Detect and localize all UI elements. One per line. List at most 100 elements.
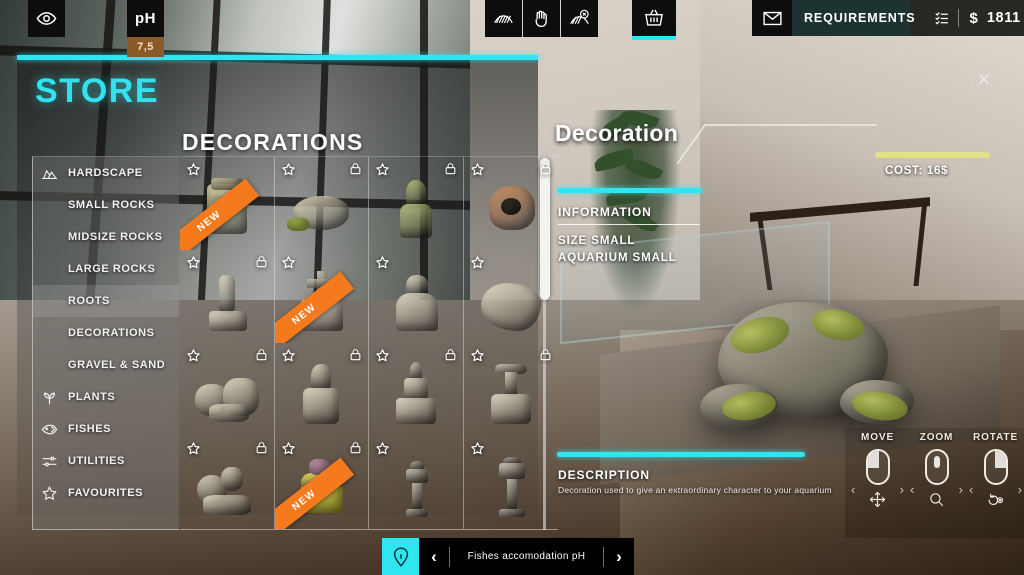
favourite-star-icon[interactable]: [470, 441, 485, 456]
favourite-star-icon[interactable]: [281, 348, 296, 363]
description-body: Decoration used to give an extraordinary…: [558, 485, 832, 495]
sidebar-item-label: UTILITIES: [68, 455, 125, 467]
sidebar-item-large-rocks[interactable]: LARGE ROCKS: [33, 253, 179, 285]
star-icon: [42, 486, 56, 500]
control-zoom[interactable]: ZOOM ‹ ›: [908, 432, 965, 508]
sidebar-item-plants[interactable]: PLANTS: [33, 381, 179, 413]
control-rotate[interactable]: ROTATE ‹ ›: [967, 432, 1024, 508]
item-thumbnail: [380, 453, 452, 525]
description-accent-bar: [557, 452, 805, 457]
favourite-star-icon[interactable]: [375, 348, 390, 363]
item-thumbnail: [191, 360, 263, 432]
control-move[interactable]: MOVE ‹ ›: [849, 432, 906, 508]
sidebar-item-label: FISHES: [68, 423, 112, 435]
tip-body: ‹ Fishes accomodation pH ›: [419, 538, 634, 575]
eye-icon: [36, 12, 57, 25]
sidebar-item-roots[interactable]: ROOTS: [33, 285, 179, 317]
eye-visibility-button[interactable]: [28, 0, 65, 37]
sidebar-item-small-rocks[interactable]: SMALL ROCKS: [33, 189, 179, 221]
tip-next-button[interactable]: ›: [604, 547, 634, 567]
info-button[interactable]: [382, 538, 419, 575]
store-item-rock-garden-cluster[interactable]: [180, 436, 275, 529]
store-item-green-statue[interactable]: [369, 157, 464, 250]
lock-icon: [255, 348, 268, 363]
store-item-diving-helmet[interactable]: [464, 157, 559, 250]
lock-icon: [255, 255, 268, 270]
store-item-ornate-spire[interactable]: [464, 343, 559, 436]
favourite-star-icon[interactable]: [375, 441, 390, 456]
favourite-star-icon[interactable]: [470, 255, 485, 270]
control-label: ZOOM: [919, 432, 954, 443]
requirements-label[interactable]: REQUIREMENTS: [792, 11, 928, 25]
control-chevron-left: ‹: [851, 482, 856, 497]
sidebar-item-midsize-rocks[interactable]: MIDSIZE ROCKS: [33, 221, 179, 253]
sidebar-item-utilities[interactable]: UTILITIES: [33, 445, 179, 477]
plant-icon: [43, 392, 55, 404]
hand-icon: [535, 10, 547, 28]
sidebar-item-favourites[interactable]: FAVOURITES: [33, 477, 179, 509]
hand-tool-button[interactable]: [523, 0, 560, 37]
item-thumbnail: [475, 360, 547, 432]
close-button[interactable]: ✕: [969, 68, 999, 92]
item-thumbnail: [380, 360, 452, 432]
favourite-star-icon[interactable]: [186, 348, 201, 363]
control-chevron-left: ‹: [910, 482, 915, 497]
control-chevron-right: ›: [1017, 482, 1022, 497]
favourite-star-icon[interactable]: [186, 441, 201, 456]
item-thumbnail: [285, 360, 357, 432]
store-item-stone-lantern[interactable]: [369, 436, 464, 529]
sidebar-item-decorations[interactable]: DECORATIONS: [33, 317, 179, 349]
category-sidebar: HARDSCAPE SMALL ROCKS MIDSIZE ROCKS LARGE R…: [32, 156, 179, 530]
sidebar-item-fishes[interactable]: FISHES: [33, 413, 179, 445]
store-item-small-ruin-column[interactable]: [180, 250, 275, 343]
store-item-stone-cross-monument[interactable]: NEW: [274, 250, 369, 343]
sidebar-item-label: HARDSCAPE: [68, 167, 143, 179]
lock-icon: [444, 348, 457, 363]
store-item-seated-figure-statue[interactable]: [369, 250, 464, 343]
control-chevron-right: ›: [899, 482, 904, 497]
lock-icon: [349, 162, 362, 177]
rocks-icon: [39, 165, 59, 182]
top-toolbar: pH 7,5 REQUIREMENTS $ 1811: [0, 0, 1024, 57]
checklist-button[interactable]: [928, 0, 958, 36]
store-item-ruin-arch-pile[interactable]: [180, 343, 275, 436]
favourite-star-icon[interactable]: [281, 162, 296, 177]
currency-symbol: $: [969, 9, 978, 27]
store-item-mossy-shell-rock[interactable]: [275, 157, 369, 250]
move-arrows-icon: [849, 491, 906, 508]
item-thumbnail: [475, 453, 547, 525]
money-display: $ 1811: [959, 10, 1024, 27]
favourite-star-icon[interactable]: [470, 348, 485, 363]
information-divider: [558, 224, 700, 225]
favourite-star-icon[interactable]: [470, 162, 485, 177]
basket-active-underline: [632, 36, 676, 40]
store-item-ornate-temple-pillar[interactable]: [275, 343, 369, 436]
description-heading: DESCRIPTION: [558, 468, 650, 482]
ph-button[interactable]: pH: [127, 0, 164, 37]
sliders-icon: [42, 456, 56, 466]
item-thumbnail: [380, 174, 452, 246]
favourite-star-icon[interactable]: [186, 162, 201, 177]
favourite-star-icon[interactable]: [281, 441, 296, 456]
sidebar-item-gravel-sand[interactable]: GRAVEL & SAND: [33, 349, 179, 381]
terrain-delete-button[interactable]: [561, 0, 598, 37]
mail-button[interactable]: [752, 0, 792, 36]
sidebar-item-hardscape[interactable]: HARDSCAPE: [33, 157, 179, 189]
store-accent-bar: [17, 55, 538, 60]
store-item-carved-totem-block[interactable]: NEW: [180, 157, 275, 250]
favourite-star-icon[interactable]: [281, 255, 296, 270]
terrain-brush-button[interactable]: [485, 0, 522, 37]
basket-button[interactable]: [632, 0, 676, 36]
item-thumbnail: [191, 453, 263, 525]
favourite-star-icon[interactable]: [186, 255, 201, 270]
favourite-star-icon[interactable]: [375, 255, 390, 270]
control-label: MOVE: [860, 432, 895, 443]
store-item-treasure-chest[interactable]: NEW: [274, 436, 369, 529]
tip-prev-button[interactable]: ‹: [419, 547, 449, 567]
lock-icon: [255, 441, 268, 456]
lock-icon: [444, 162, 457, 177]
mouse-icon: [924, 449, 949, 485]
favourite-star-icon[interactable]: [375, 162, 390, 177]
store-basket-tab[interactable]: [632, 0, 676, 40]
store-item-tall-ruin-tower[interactable]: [369, 343, 464, 436]
